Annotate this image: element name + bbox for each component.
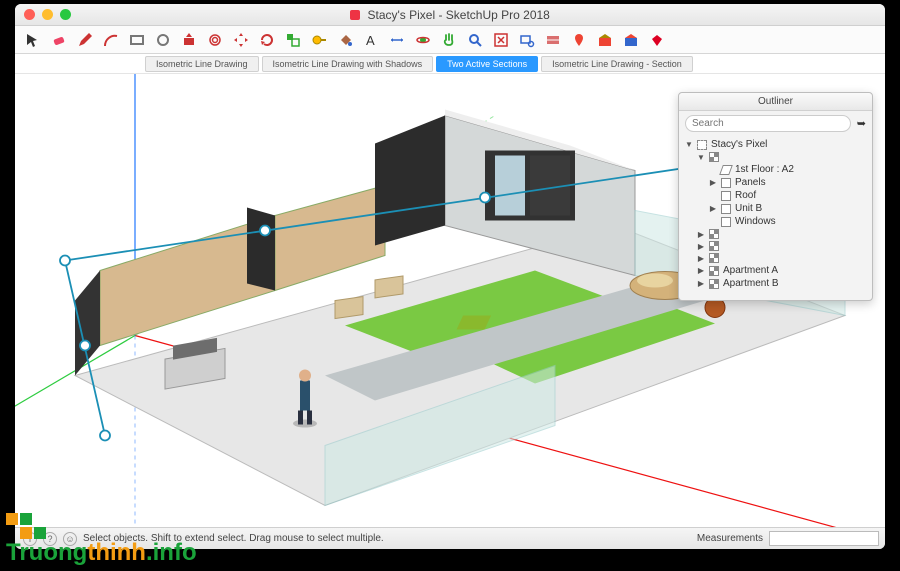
- orbit-icon[interactable]: [415, 32, 431, 48]
- tree-row[interactable]: ▶Panels: [685, 176, 866, 189]
- outliner-panel[interactable]: Outliner ➥ ▼Stacy's Pixel▼1st Floor : A2…: [678, 92, 873, 301]
- ruby-icon[interactable]: [649, 32, 665, 48]
- zoom-window-icon[interactable]: [519, 32, 535, 48]
- tree-row[interactable]: ▼: [685, 151, 866, 163]
- svg-text:A: A: [366, 33, 375, 48]
- outliner-search-input[interactable]: [685, 115, 851, 132]
- tree-row[interactable]: ▶: [685, 228, 866, 240]
- pan-icon[interactable]: [441, 32, 457, 48]
- select-arrow-icon[interactable]: [25, 32, 41, 48]
- tree-row[interactable]: ▶Apartment A: [685, 264, 866, 277]
- eraser-icon[interactable]: [51, 32, 67, 48]
- tree-row[interactable]: ▶Unit B: [685, 202, 866, 215]
- rotate-icon[interactable]: [259, 32, 275, 48]
- scale-icon[interactable]: [285, 32, 301, 48]
- zoom-extents-icon[interactable]: [493, 32, 509, 48]
- scene-tab-2[interactable]: Two Active Sections: [436, 56, 538, 72]
- move-icon[interactable]: [233, 32, 249, 48]
- tree-row[interactable]: 1st Floor : A2: [685, 163, 866, 176]
- tree-row[interactable]: ▼Stacy's Pixel: [685, 138, 866, 151]
- scene-tab-1[interactable]: Isometric Line Drawing with Shadows: [262, 56, 434, 72]
- tape-measure-icon[interactable]: [311, 32, 327, 48]
- scene-tab-3[interactable]: Isometric Line Drawing - Section: [541, 56, 693, 72]
- add-location-icon[interactable]: [571, 32, 587, 48]
- text-icon[interactable]: A: [363, 32, 379, 48]
- dimension-icon[interactable]: [389, 32, 405, 48]
- zoom-icon[interactable]: [467, 32, 483, 48]
- rectangle-icon[interactable]: [129, 32, 145, 48]
- measurements-label: Measurements: [697, 533, 763, 544]
- main-toolbar: A: [15, 26, 885, 54]
- push-pull-icon[interactable]: [181, 32, 197, 48]
- app-window: Stacy's Pixel - SketchUp Pro 2018 A Isom…: [15, 4, 885, 549]
- section-plane-icon[interactable]: [545, 32, 561, 48]
- tree-row[interactable]: ▶: [685, 240, 866, 252]
- watermark-logo: Truongthinh.info: [6, 513, 197, 565]
- titlebar: Stacy's Pixel - SketchUp Pro 2018: [15, 4, 885, 26]
- tree-row[interactable]: Roof: [685, 189, 866, 202]
- outliner-menu-arrow-icon[interactable]: ➥: [857, 117, 866, 130]
- tree-row[interactable]: ▶Apartment B: [685, 277, 866, 290]
- scene-tabs: Isometric Line DrawingIsometric Line Dra…: [15, 54, 885, 74]
- arc-icon[interactable]: [103, 32, 119, 48]
- 3d-warehouse-icon[interactable]: [597, 32, 613, 48]
- tree-row[interactable]: ▶: [685, 252, 866, 264]
- offset-icon[interactable]: [207, 32, 223, 48]
- measurements-input[interactable]: [769, 531, 879, 546]
- file-icon: [350, 10, 360, 20]
- scene-tab-0[interactable]: Isometric Line Drawing: [145, 56, 259, 72]
- tree-row[interactable]: Windows: [685, 215, 866, 228]
- pencil-icon[interactable]: [77, 32, 93, 48]
- extension-warehouse-icon[interactable]: [623, 32, 639, 48]
- outliner-tree[interactable]: ▼Stacy's Pixel▼1st Floor : A2▶PanelsRoof…: [679, 136, 872, 300]
- outliner-title: Outliner: [679, 93, 872, 111]
- circle-icon[interactable]: [155, 32, 171, 48]
- paint-bucket-icon[interactable]: [337, 32, 353, 48]
- window-title: Stacy's Pixel - SketchUp Pro 2018: [15, 8, 885, 22]
